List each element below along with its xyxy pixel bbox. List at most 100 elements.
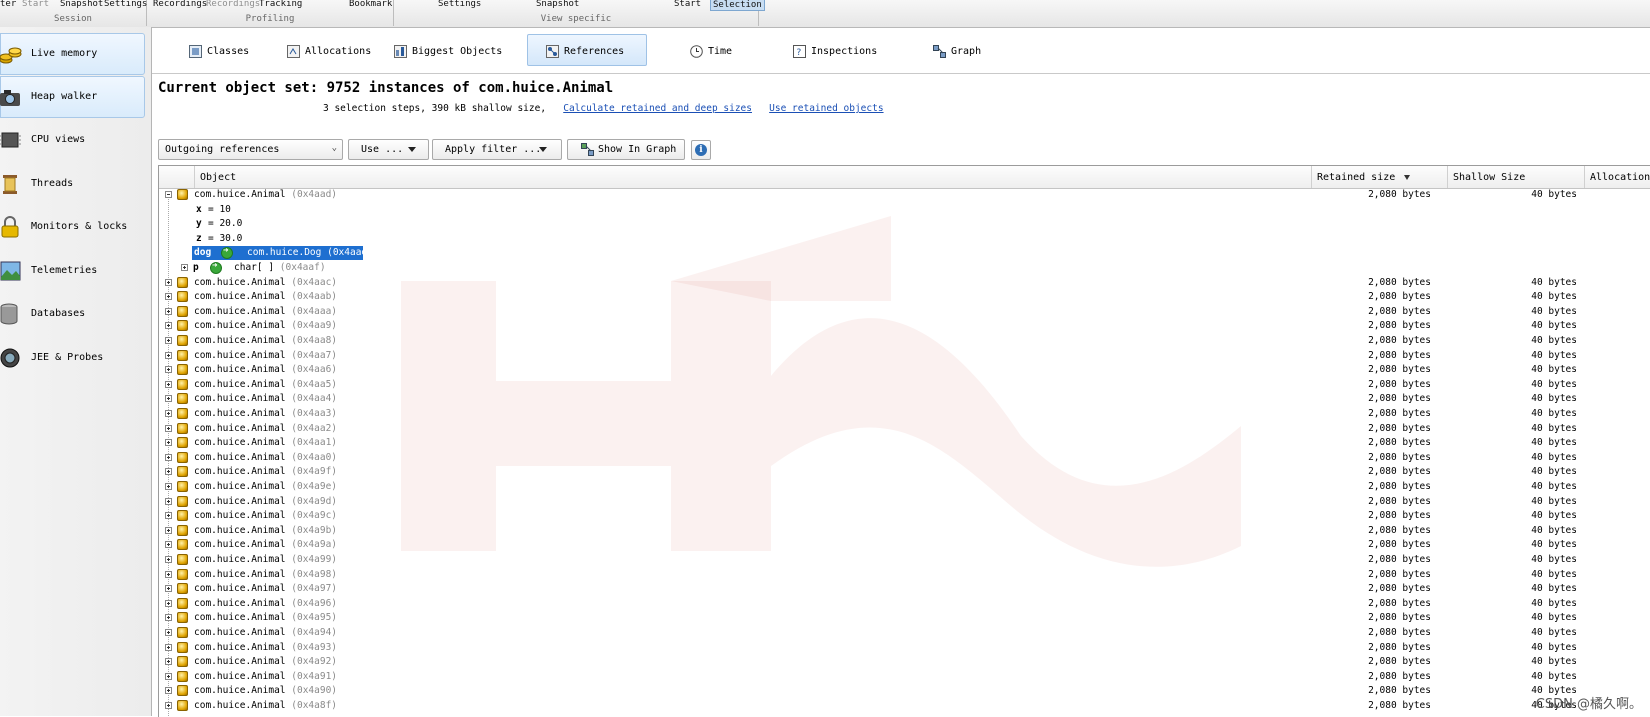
expand-toggle-icon[interactable]	[165, 453, 172, 461]
tab-allocations[interactable]: Allocations	[286, 34, 386, 66]
use-retained-objects-link[interactable]: Use retained objects	[769, 103, 883, 114]
column-header-allocation-time[interactable]: Allocation Ti	[1584, 166, 1650, 188]
tab-time[interactable]: Time	[689, 34, 749, 66]
column-header-retained-size[interactable]: Retained size	[1311, 166, 1447, 188]
expand-toggle-icon[interactable]	[165, 439, 172, 447]
table-row[interactable]: com.huice.Animal (0x4a93) 2,080 bytes 40 b…	[159, 641, 1650, 656]
table-row[interactable]: com.huice.Animal (0x4a91) 2,080 bytes 40 b…	[159, 670, 1650, 685]
table-row[interactable]: com.huice.Animal (0x4a9b) 2,080 bytes 40 b…	[159, 524, 1650, 539]
expand-toggle-icon[interactable]	[165, 322, 172, 330]
show-in-graph-button[interactable]: Show In Graph	[567, 139, 685, 160]
table-row[interactable]: com.huice.Animal (0x4a99) 2,080 bytes 40 b…	[159, 553, 1650, 568]
collapse-toggle-icon[interactable]	[165, 191, 172, 198]
table-row[interactable]: com.huice.Animal (0x4a8f) 2,080 bytes 40 b…	[159, 699, 1650, 714]
table-row[interactable]: com.huice.Animal (0x4aa0) 2,080 bytes 40 b…	[159, 451, 1650, 466]
ribbon-button-view-settings[interactable]: Settings	[438, 0, 481, 9]
ribbon-button-settings[interactable]: Settings	[104, 0, 147, 9]
expand-toggle-icon[interactable]	[165, 702, 172, 709]
expand-toggle-icon[interactable]	[165, 483, 172, 490]
references-view-select[interactable]: Outgoing references ⌄	[158, 139, 343, 160]
expand-toggle-icon[interactable]	[165, 629, 172, 636]
table-row[interactable]: com.huice.Animal (0x4aaa) 2,080 bytes 40 b…	[159, 305, 1650, 320]
table-row[interactable]: com.huice.Animal (0x4a9c) 2,080 bytes 40 b…	[159, 509, 1650, 524]
table-row[interactable]: com.huice.Animal (0x4aa3) 2,080 bytes 40 b…	[159, 407, 1650, 422]
expand-toggle-icon[interactable]	[165, 337, 172, 344]
table-row[interactable]: com.huice.Animal (0x4aa8) 2,080 bytes 40 b…	[159, 334, 1650, 349]
table-row[interactable]: com.huice.Animal (0x4aa5) 2,080 bytes 40 b…	[159, 378, 1650, 393]
table-row[interactable]: com.huice.Animal (0x4a96) 2,080 bytes 40 b…	[159, 597, 1650, 612]
expand-toggle-icon[interactable]	[165, 658, 172, 666]
expand-toggle-icon[interactable]	[165, 687, 172, 695]
expand-toggle-icon[interactable]	[165, 293, 172, 301]
expand-toggle-icon[interactable]	[165, 307, 172, 315]
sidebar-item-monitors-locks[interactable]: Monitors & locks	[0, 206, 145, 248]
tab-graph[interactable]: Graph	[932, 34, 1002, 66]
calculate-retained-link[interactable]: Calculate retained and deep sizes	[563, 103, 752, 114]
expand-toggle-icon[interactable]	[165, 672, 172, 680]
expand-toggle-icon[interactable]	[165, 556, 172, 563]
table-row[interactable]: com.huice.Animal (0x4a92) 2,080 bytes 40 b…	[159, 655, 1650, 670]
tab-biggest-objects[interactable]: Biggest Objects	[393, 34, 503, 66]
expand-toggle-icon[interactable]	[165, 424, 172, 432]
expand-toggle-icon[interactable]	[165, 278, 172, 286]
table-row[interactable]: com.huice.Animal (0x4a9a) 2,080 bytes 40 b…	[159, 538, 1650, 553]
ribbon-button-tracking[interactable]: Tracking	[259, 0, 302, 9]
table-row[interactable]: com.huice.Animal (0x4aa4) 2,080 bytes 40 b…	[159, 392, 1650, 407]
field-row-x[interactable]: x = 10	[159, 203, 1650, 218]
field-row-p[interactable]: p char[ ] (0x4aaf)	[159, 261, 1650, 276]
tab-references[interactable]: References	[527, 34, 647, 66]
expand-toggle-icon[interactable]	[165, 599, 172, 607]
info-icon[interactable]: i	[691, 140, 711, 160]
table-row-expanded[interactable]: com.huice.Animal (0x4aad) 2,080 bytes 40…	[159, 188, 1650, 203]
expand-toggle-icon[interactable]	[165, 468, 172, 476]
field-row-dog-selected[interactable]: dog com.huice.Dog (0x4aae)	[159, 246, 1650, 261]
ribbon-button-view-start[interactable]: Start	[674, 0, 701, 9]
table-row[interactable]: com.huice.Animal (0x4aa9) 2,080 bytes 40 b…	[159, 319, 1650, 334]
use-button[interactable]: Use ...	[348, 139, 429, 160]
expand-toggle-icon[interactable]	[165, 497, 172, 505]
table-row[interactable]: com.huice.Animal (0x4aa1) 2,080 bytes 40 b…	[159, 436, 1650, 451]
expand-toggle-icon[interactable]	[165, 351, 172, 359]
ribbon-button-selection[interactable]: Selection	[710, 0, 765, 11]
table-row[interactable]: com.huice.Animal (0x4a95) 2,080 bytes 40 b…	[159, 611, 1650, 626]
expand-toggle-icon[interactable]	[165, 395, 172, 403]
table-row[interactable]: com.huice.Animal (0x4a90) 2,080 bytes 40 b…	[159, 684, 1650, 699]
expand-toggle-icon[interactable]	[165, 512, 172, 520]
expand-toggle-icon[interactable]	[165, 614, 172, 622]
tab-classes[interactable]: Classes	[188, 34, 268, 66]
expand-toggle-icon[interactable]	[165, 570, 172, 578]
sidebar-item-threads[interactable]: Threads	[0, 163, 145, 205]
table-row[interactable]: com.huice.Animal (0x4a97) 2,080 bytes 40 b…	[159, 582, 1650, 597]
ribbon-button-start[interactable]: Start	[22, 0, 49, 9]
table-row[interactable]: com.huice.Animal (0x4a94) 2,080 bytes 40 b…	[159, 626, 1650, 641]
ribbon-button-snapshot[interactable]: Snapshot	[60, 0, 103, 9]
ribbon-button-recordings[interactable]: Recordings	[153, 0, 207, 9]
table-row[interactable]: com.huice.Animal (0x4aa6) 2,080 bytes 40 b…	[159, 363, 1650, 378]
sidebar-item-heap-walker[interactable]: Heap walker	[0, 76, 145, 118]
table-row[interactable]: com.huice.Animal (0x4aa7) 2,080 bytes 40 b…	[159, 349, 1650, 364]
ribbon-button-filter[interactable]: ter	[0, 0, 16, 9]
expand-toggle-icon[interactable]	[165, 526, 172, 534]
table-row[interactable]: com.huice.Animal (0x4a98) 2,080 bytes 40 b…	[159, 568, 1650, 583]
expand-toggle-icon[interactable]	[165, 541, 172, 549]
table-row[interactable]: com.huice.Animal (0x4aa2) 2,080 bytes 40 b…	[159, 422, 1650, 437]
expand-toggle-icon[interactable]	[181, 264, 188, 271]
ribbon-button-view-snapshot[interactable]: Snapshot	[536, 0, 579, 9]
sidebar-item-jee-probes[interactable]: JEE & Probes	[0, 337, 145, 379]
expand-toggle-icon[interactable]	[165, 643, 172, 651]
table-row[interactable]: com.huice.Animal (0x4a9e) 2,080 bytes 40 b…	[159, 480, 1650, 495]
sidebar-item-databases[interactable]: Databases	[0, 293, 145, 335]
table-row[interactable]: com.huice.Animal (0x4a9d) 2,080 bytes 40 b…	[159, 495, 1650, 510]
expand-toggle-icon[interactable]	[165, 585, 172, 593]
sidebar-item-live-memory[interactable]: Live memory	[0, 33, 145, 75]
expand-toggle-icon[interactable]	[165, 366, 172, 374]
apply-filter-button[interactable]: Apply filter ...	[432, 139, 562, 160]
field-row-y[interactable]: y = 20.0	[159, 217, 1650, 232]
table-row[interactable]: com.huice.Animal (0x4aab) 2,080 bytes 40 b…	[159, 290, 1650, 305]
sidebar-item-telemetries[interactable]: Telemetries	[0, 250, 145, 292]
expand-toggle-icon[interactable]	[165, 380, 172, 388]
ribbon-button-recordings-2[interactable]: Recordings	[206, 0, 260, 9]
column-header-shallow-size[interactable]: Shallow Size	[1447, 166, 1584, 188]
ribbon-button-bookmark[interactable]: Bookmark	[349, 0, 392, 9]
sidebar-item-cpu-views[interactable]: CPU views	[0, 119, 145, 161]
